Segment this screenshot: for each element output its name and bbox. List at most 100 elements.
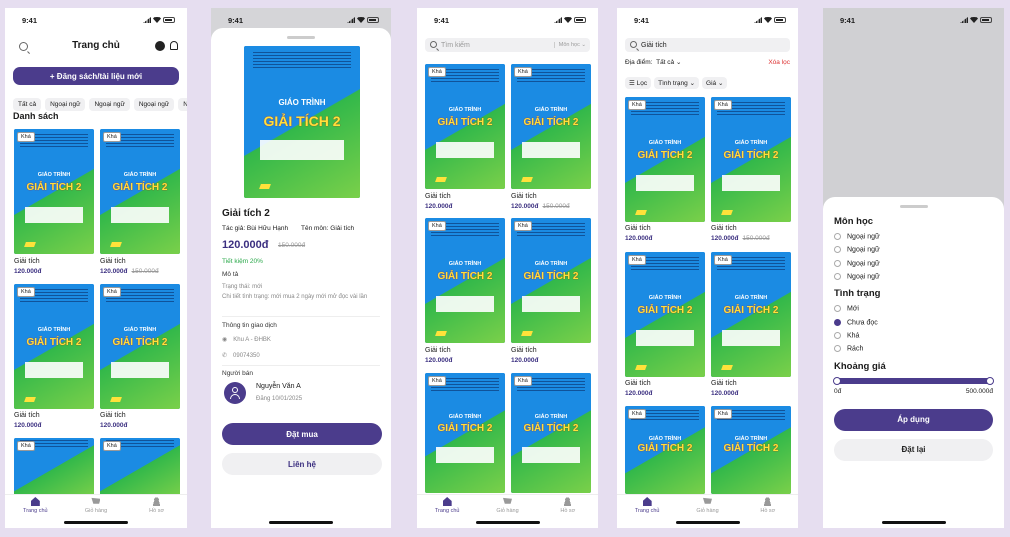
home-icon — [442, 497, 452, 506]
subject-option[interactable]: Ngoại ngữ — [834, 246, 993, 254]
cart-icon — [91, 497, 101, 504]
book-card[interactable]: Khá GIÁO TRÌNH GIẢI TÍCH 2 — [14, 284, 94, 409]
book-card[interactable]: Khá GIÁO TRÌNH GIẢI TÍCH 2 — [625, 97, 705, 222]
book-card[interactable]: Khá GIÁO TRÌNH GIẢI TÍCH 2 — [100, 129, 180, 254]
cover-title: GIẢI TÍCH 2 — [523, 270, 579, 282]
slider-handle-max[interactable] — [986, 376, 994, 385]
sheet-handle[interactable] — [899, 205, 928, 208]
book-card[interactable]: Khá GIÁO TRÌNH GIẢI TÍCH 2 — [425, 218, 505, 343]
subject-option[interactable]: Ngoại ngữ — [834, 233, 993, 240]
signal-icon — [960, 17, 968, 23]
radio-checked[interactable] — [834, 318, 841, 326]
subject-option[interactable]: Ngoại ngữ — [834, 273, 993, 280]
book-card[interactable]: Khá — [14, 438, 94, 498]
book-title: Giải tích 2 — [222, 208, 270, 219]
tab-home[interactable]: Trang chủ — [427, 497, 467, 518]
slider-handle-min[interactable] — [833, 376, 841, 385]
condition-option[interactable]: Chưa đọc — [834, 318, 993, 326]
subject-dropdown[interactable]: Môn học ⌄ — [553, 42, 586, 48]
cover-line: GIÁO TRÌNH — [448, 260, 482, 267]
item-name: Giải tích — [511, 347, 537, 354]
tab-home[interactable]: Trang chủ — [15, 497, 55, 518]
book-card[interactable]: Khá GIÁO TRÌNH GIẢI TÍCH 2 — [425, 373, 505, 493]
avatar[interactable] — [224, 382, 246, 404]
condition-badge: Khá — [17, 132, 35, 142]
post-book-button[interactable]: + Đăng sách/tài liệu mới — [13, 67, 179, 85]
tab-profile[interactable]: Hồ sơ — [748, 497, 788, 518]
sheet-handle[interactable] — [287, 36, 315, 39]
radio[interactable] — [834, 345, 841, 353]
condition-option[interactable]: Rách — [834, 345, 993, 353]
chip[interactable]: Ngoại ngữ — [89, 98, 130, 111]
subject-option[interactable]: Ngoại ngữ — [834, 259, 993, 267]
book-card[interactable]: Khá GIÁO TRÌNH GIẢI TÍCH 2 — [100, 284, 180, 409]
condition-option[interactable]: Khá — [834, 332, 993, 339]
battery-icon — [774, 17, 786, 23]
book-card[interactable]: Khá GIÁO TRÌNH GIẢI TÍCH 2 — [711, 252, 791, 377]
book-card[interactable]: Khá GIÁO TRÌNH GIẢI TÍCH 2 — [511, 64, 591, 189]
phone[interactable]: ✆ 09074350 — [222, 352, 260, 359]
tab-profile[interactable]: Hồ sơ — [137, 497, 177, 518]
book-card[interactable]: Khá GIÁO TRÌNH GIẢI TÍCH 2 — [425, 64, 505, 189]
cover-line: GIÁO TRÌNH — [534, 106, 568, 113]
chip[interactable]: Ngoại ngữ — [133, 98, 175, 111]
book-card[interactable]: Khá GIÁO TRÌNH GIẢI TÍCH 2 — [711, 406, 791, 494]
search-input[interactable]: Giải tích — [625, 38, 790, 52]
chip[interactable]: N — [178, 98, 187, 111]
radio[interactable] — [834, 233, 841, 240]
book-card[interactable]: Khá GIÁO TRÌNH GIẢI TÍCH 2 — [711, 97, 791, 222]
tab-cart[interactable]: Giỏ hàng — [687, 497, 727, 518]
tab-bar: Trang chủ Giỏ hàng Hồ sơ — [417, 494, 598, 518]
price-range-slider[interactable] — [833, 376, 994, 385]
filter-button[interactable]: ☰ Lọc — [625, 77, 652, 89]
contact-button[interactable]: Liên hệ — [222, 453, 382, 475]
tab-cart[interactable]: Giỏ hàng — [487, 497, 527, 518]
battery-icon — [163, 17, 175, 23]
profile-icon — [763, 497, 773, 506]
status-filter[interactable]: Tình trạng ⌄ — [654, 77, 700, 89]
tab-profile[interactable]: Hồ sơ — [548, 497, 588, 518]
tab-cart[interactable]: Giỏ hàng — [76, 497, 116, 518]
search-input[interactable]: Tìm kiếm Môn học ⌄ — [425, 38, 590, 52]
tab-home[interactable]: Trang chủ — [627, 497, 667, 518]
book-card[interactable]: Khá GIÁO TRÌNH GIẢI TÍCH 2 — [14, 129, 94, 254]
category-chips: Tất cả Ngoại ngữ Ngoại ngữ Ngoại ngữ N — [13, 93, 187, 111]
chip-all[interactable]: Tất cả — [13, 98, 42, 111]
clear-filter-button[interactable]: Xóa lọc — [768, 59, 790, 66]
divider — [222, 316, 380, 317]
book-card[interactable]: Khá GIÁO TRÌNH GIẢI TÍCH 2 — [625, 252, 705, 377]
chat-icon[interactable] — [155, 41, 165, 51]
home-indicator — [881, 521, 946, 524]
phone-icon: ✆ — [222, 353, 228, 359]
cover-line: GIÁO TRÌNH — [123, 171, 157, 178]
buy-button[interactable]: Đặt mua — [222, 423, 382, 445]
radio[interactable] — [834, 259, 841, 267]
radio[interactable] — [834, 305, 841, 313]
price-filter[interactable]: Giá ⌄ — [702, 77, 728, 89]
cover-line: GIÁO TRÌNH — [734, 294, 768, 301]
reset-button[interactable]: Đặt lại — [834, 438, 993, 461]
bell-icon[interactable] — [170, 41, 178, 50]
cover-title: GIẢI TÍCH 2 — [112, 181, 168, 193]
book-card[interactable]: Khá GIÁO TRÌNH GIẢI TÍCH 2 — [511, 373, 591, 493]
radio[interactable] — [834, 332, 841, 340]
item-price: 120.000đ — [511, 357, 539, 364]
home-indicator — [675, 521, 740, 524]
radio[interactable] — [834, 273, 841, 281]
profile-icon — [152, 497, 162, 506]
chip[interactable]: Ngoại ngữ — [45, 98, 86, 111]
condition-option[interactable]: Mới — [834, 305, 993, 313]
cover-title: GIẢI TÍCH 2 — [637, 304, 693, 316]
book-card[interactable]: Khá GIÁO TRÌNH GIẢI TÍCH 2 — [625, 406, 705, 494]
apply-button[interactable]: Áp dụng — [834, 408, 993, 431]
battery-icon — [367, 17, 379, 23]
location-filter[interactable]: Địa điểm: Tất cả ⌄ — [625, 58, 681, 66]
book-card[interactable]: Khá — [100, 438, 180, 498]
wifi-icon — [357, 17, 365, 23]
condition-badge: Khá — [428, 376, 446, 386]
radio[interactable] — [834, 246, 841, 254]
book-card[interactable]: Khá GIÁO TRÌNH GIẢI TÍCH 2 — [511, 218, 591, 343]
cover-title: GIẢI TÍCH 2 — [723, 442, 779, 454]
cover-title: GIẢI TÍCH 2 — [637, 149, 693, 161]
signal-icon — [347, 17, 355, 23]
